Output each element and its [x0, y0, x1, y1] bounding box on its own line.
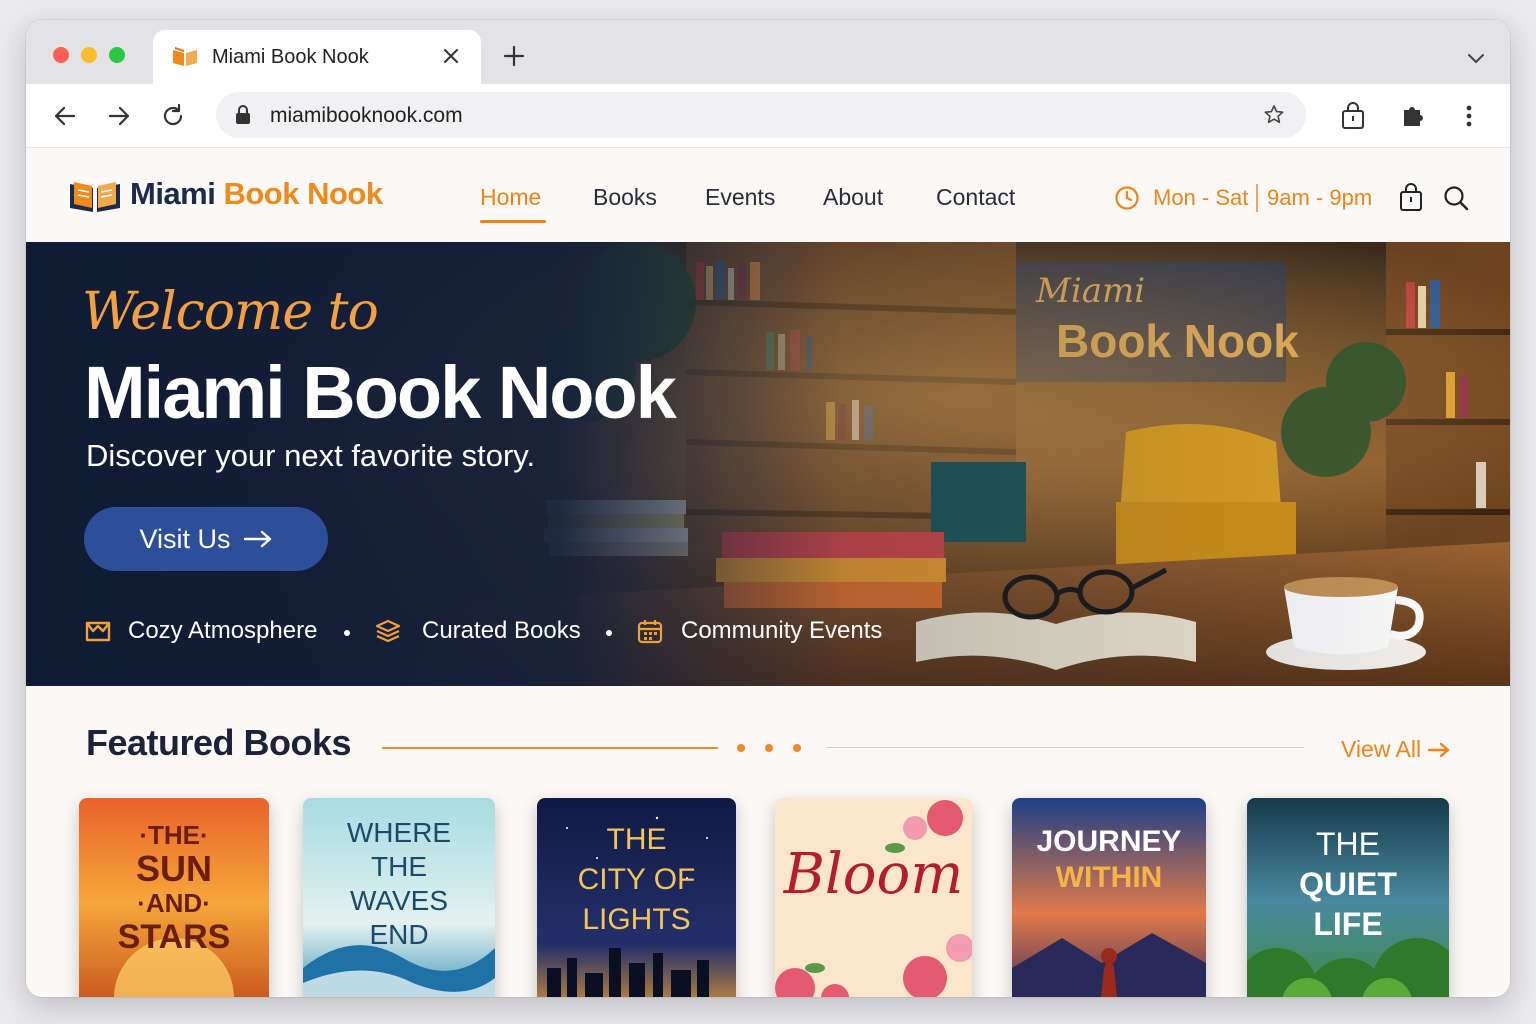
calendar-icon — [637, 620, 663, 644]
books-stack-icon — [375, 619, 401, 643]
browser-tab[interactable]: Miami Book Nook — [153, 30, 481, 84]
minimize-window-button[interactable] — [81, 47, 97, 63]
feature-separator — [606, 630, 612, 636]
shopping-bag-icon[interactable] — [1338, 101, 1368, 131]
tab-title: Miami Book Nook — [212, 46, 369, 68]
visit-us-label: Visit Us — [139, 523, 231, 554]
book-card-city-of-lights[interactable]: THE CITY OF LIGHTS — [537, 798, 736, 997]
browser-toolbar: miamibooknook.com — [26, 84, 1510, 148]
address-bar[interactable]: miamibooknook.com — [216, 92, 1306, 138]
view-all-link[interactable]: View All — [1341, 736, 1451, 763]
decorative-dot — [793, 744, 801, 752]
new-tab-icon[interactable] — [500, 42, 528, 70]
hero-banner: Miami Book Nook — [26, 242, 1510, 686]
logo-word-miami: Miami — [130, 176, 216, 211]
maximize-window-button[interactable] — [109, 47, 125, 63]
feature-community-events: Community Events — [681, 617, 883, 644]
arrow-right-icon — [243, 530, 271, 548]
more-menu-icon[interactable] — [1454, 101, 1484, 131]
heading-divider-grey — [826, 747, 1304, 748]
site-header: Miami Book Nook Home Books Events About … — [26, 148, 1510, 242]
nav-books[interactable]: Books — [593, 184, 657, 211]
feature-separator — [344, 630, 350, 636]
featured-books-heading: Featured Books — [86, 722, 352, 763]
book-title: THE CITY OF LIGHTS — [577, 823, 696, 936]
browser-window: Miami Book Nook miamibooknook.com Miami … — [26, 20, 1510, 997]
cozy-mug-icon — [85, 621, 111, 642]
nav-events[interactable]: Events — [705, 184, 775, 211]
view-all-label: View All — [1341, 736, 1422, 762]
extensions-puzzle-icon[interactable] — [1398, 101, 1428, 131]
visit-us-button[interactable]: Visit Us — [84, 507, 328, 571]
hero-welcome-script: Welcome to — [82, 282, 379, 342]
open-book-logo-icon — [70, 182, 120, 212]
tab-list-chevron-icon[interactable] — [1464, 46, 1488, 70]
hours-divider — [1256, 184, 1258, 212]
book-title: THE QUIET LIFE — [1299, 826, 1397, 942]
close-tab-icon[interactable] — [439, 44, 463, 68]
feature-curated-books: Curated Books — [422, 617, 581, 644]
nav-contact[interactable]: Contact — [936, 184, 1015, 211]
nav-home[interactable]: Home — [480, 184, 541, 211]
reload-icon[interactable] — [158, 101, 188, 131]
site-logo[interactable]: Miami Book Nook — [130, 176, 383, 212]
hours-days: Mon - Sat — [1153, 185, 1249, 210]
url-text: miamibooknook.com — [270, 104, 463, 127]
book-favicon-icon — [173, 47, 197, 66]
back-arrow-icon[interactable] — [50, 101, 80, 131]
decorative-dot — [737, 744, 745, 752]
book-title: JOURNEY WITHIN — [1036, 825, 1182, 894]
lock-icon — [236, 105, 250, 124]
book-card-where-the-waves-end[interactable]: WHERE THE WAVES END — [303, 798, 495, 997]
feature-cozy-atmosphere: Cozy Atmosphere — [128, 617, 318, 644]
book-title: Bloom — [783, 842, 964, 907]
nav-about[interactable]: About — [823, 184, 883, 211]
decorative-dot — [765, 744, 773, 752]
book-title: WHERE THE WAVES END — [346, 817, 452, 950]
cart-bag-icon[interactable] — [1398, 182, 1424, 212]
hero-subtitle: Discover your next favorite story. — [86, 438, 536, 473]
book-card-journey-within[interactable]: JOURNEY WITHIN — [1012, 798, 1206, 997]
book-card-quiet-life[interactable]: THE QUIET LIFE — [1247, 798, 1449, 997]
hours-time: 9am - 9pm — [1267, 185, 1373, 210]
arrow-right-icon — [1427, 742, 1450, 757]
hero-title: Miami Book Nook — [84, 351, 677, 434]
heading-divider-orange — [382, 747, 718, 749]
book-card-sun-and-stars[interactable]: ·THE· SUN ·AND· STARS — [79, 798, 269, 997]
forward-arrow-icon[interactable] — [104, 101, 134, 131]
book-title: ·THE· SUN ·AND· STARS — [117, 820, 231, 956]
clock-icon — [1115, 186, 1139, 210]
search-icon[interactable] — [1442, 184, 1470, 212]
nav-active-underline — [480, 220, 546, 223]
book-card-bloom[interactable]: Bloom — [775, 798, 972, 997]
close-window-button[interactable] — [53, 47, 69, 63]
bookmark-star-icon[interactable] — [1262, 103, 1286, 127]
logo-word-book-nook: Book Nook — [223, 176, 383, 211]
tab-strip: Miami Book Nook — [26, 20, 1510, 84]
